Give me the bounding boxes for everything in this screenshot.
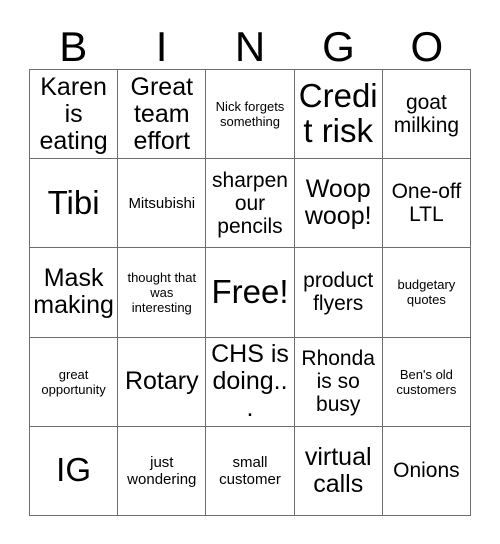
bingo-cell-label: CHS is doing... bbox=[211, 340, 289, 423]
bingo-cell-o2[interactable]: One-off LTL bbox=[382, 159, 471, 249]
bingo-card: B I N G O Karen is eating Great team eff… bbox=[0, 0, 500, 544]
bingo-cell-label: small customer bbox=[219, 453, 281, 488]
bingo-grid: Karen is eating Great team effort Nick f… bbox=[29, 69, 471, 516]
bingo-cell-label: just wondering bbox=[127, 453, 197, 488]
bingo-cell-b1[interactable]: Karen is eating bbox=[30, 70, 119, 160]
bingo-cell-label: One-off LTL bbox=[391, 180, 462, 227]
bingo-cell-b5[interactable]: IG bbox=[30, 426, 119, 516]
bingo-cell-label: Mask making bbox=[33, 264, 114, 320]
bingo-cell-label: Great team effort bbox=[130, 72, 194, 155]
bingo-cell-i2[interactable]: Mitsubishi bbox=[118, 159, 207, 249]
bingo-cell-b2[interactable]: Tibi bbox=[30, 159, 119, 249]
bingo-cell-o3[interactable]: budgetary quotes bbox=[382, 248, 471, 338]
bingo-cell-g2[interactable]: Woop woop! bbox=[294, 159, 383, 249]
bingo-header-letter-b: B bbox=[59, 23, 88, 70]
bingo-cell-free-space[interactable]: Free! bbox=[206, 248, 295, 338]
bingo-cell-i3[interactable]: thought that was interesting bbox=[118, 248, 207, 338]
bingo-cell-label: budgetary quotes bbox=[397, 277, 456, 308]
bingo-cell-n5[interactable]: small customer bbox=[206, 426, 295, 516]
bingo-header-letter-n: N bbox=[234, 23, 266, 70]
bingo-cell-label: great opportunity bbox=[41, 366, 106, 397]
bingo-free-space-label: Free! bbox=[211, 273, 289, 310]
bingo-cell-i5[interactable]: just wondering bbox=[118, 426, 207, 516]
bingo-header-letter-o: O bbox=[410, 23, 444, 70]
bingo-cell-label: Tibi bbox=[47, 183, 100, 221]
bingo-cell-label: goat milking bbox=[393, 91, 460, 138]
bingo-cell-g1[interactable]: Credit risk bbox=[294, 70, 383, 160]
bingo-cell-i4[interactable]: Rotary bbox=[118, 337, 207, 427]
bingo-cell-o1[interactable]: goat milking bbox=[382, 70, 471, 160]
bingo-cell-label: Onions bbox=[393, 459, 460, 483]
bingo-cell-label: Credit risk bbox=[298, 77, 378, 150]
bingo-cell-label: Rhonda is so busy bbox=[301, 347, 375, 417]
bingo-cell-o4[interactable]: Ben's old customers bbox=[382, 337, 471, 427]
bingo-header-letter-i: I bbox=[155, 23, 168, 70]
bingo-cell-n4[interactable]: CHS is doing... bbox=[206, 337, 295, 427]
bingo-cell-label: thought that was interesting bbox=[127, 269, 197, 316]
bingo-cell-label: Mitsubishi bbox=[128, 194, 196, 212]
bingo-cell-label: Ben's old customers bbox=[396, 366, 457, 397]
bingo-cell-g3[interactable]: product flyers bbox=[294, 248, 383, 338]
bingo-cell-g5[interactable]: virtual calls bbox=[294, 426, 383, 516]
bingo-cell-label: sharpen our pencils bbox=[212, 168, 288, 238]
bingo-cell-label: product flyers bbox=[303, 269, 374, 316]
bingo-cell-b3[interactable]: Mask making bbox=[30, 248, 119, 338]
bingo-cell-label: Rotary bbox=[124, 367, 199, 396]
bingo-header-row: B I N G O bbox=[29, 14, 471, 69]
bingo-cell-n1[interactable]: Nick forgets something bbox=[206, 70, 295, 160]
bingo-cell-label: Woop woop! bbox=[304, 175, 372, 231]
bingo-cell-label: Nick forgets something bbox=[215, 99, 285, 130]
bingo-cell-i1[interactable]: Great team effort bbox=[118, 70, 207, 160]
bingo-header-letter-g: G bbox=[322, 23, 355, 70]
bingo-cell-label: virtual calls bbox=[304, 442, 372, 498]
bingo-cell-o5[interactable]: Onions bbox=[382, 426, 471, 516]
bingo-cell-g4[interactable]: Rhonda is so busy bbox=[294, 337, 383, 427]
bingo-cell-b4[interactable]: great opportunity bbox=[30, 337, 119, 427]
bingo-cell-label: Karen is eating bbox=[39, 72, 108, 155]
bingo-cell-label: IG bbox=[56, 451, 92, 489]
bingo-cell-n2[interactable]: sharpen our pencils bbox=[206, 159, 295, 249]
